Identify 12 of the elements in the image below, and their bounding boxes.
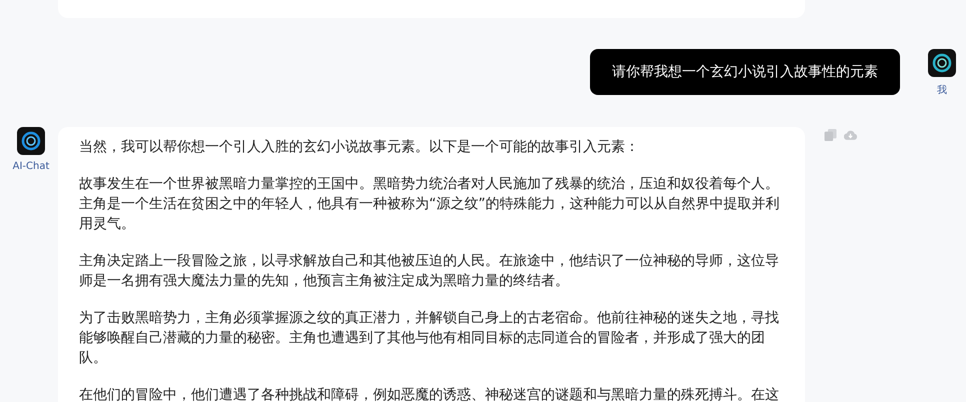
copy-icon[interactable] <box>824 129 837 141</box>
user-message: 请你帮我想一个玄幻小说引入故事性的元素 <box>590 49 900 95</box>
message-paragraph: 故事发生在一个世界被黑暗力量掌控的王国中。黑暗势力统治者对人民施加了残暴的统治，压迫和奴役着每个人。主角是一个生活在贫困之中的年轻人，他具有一种被称为“源之纹”的特殊能力，这种能力可以从自然界中提取并利用灵气。 <box>79 175 781 234</box>
message-paragraph: 为了击败黑暗势力，主角必须掌握源之纹的真正潜力，并解锁自己身上的古老宿命。他前往神秘的迷失之地，寻找能够唤醒自己潜藏的力量的秘密。主角也遭遇到了其他与他有相同目标的志同道合的冒险者，并形成了强大的团队。 <box>79 309 780 368</box>
author-name: AI-Chat <box>12 161 50 172</box>
avatar-icon <box>17 127 45 155</box>
author-name: 我 <box>937 84 947 97</box>
message-paragraph: 在他们的冒险中，他们遭遇了各种挑战和障碍，例如恶魔的诱惑、神秘迷宫的谜题和与黑暗力量的殊死搏斗。在这 <box>79 386 780 402</box>
message-paragraph: 当然，我可以帮你想一个引人入胜的玄幻小说故事元素。以下是一个可能的故事引入元素： <box>79 138 640 157</box>
message-paragraph: 主角决定踏上一段冒险之旅，以寻求解放自己和其他被压迫的人民。在旅途中，他结识了一位神秘的导师，这位导师是一名拥有强大魔法力量的先知，他预言主角被注定成为黑暗力量的终结者。 <box>79 252 780 291</box>
cloud-download-icon[interactable] <box>844 129 857 141</box>
avatar-icon <box>928 49 956 77</box>
